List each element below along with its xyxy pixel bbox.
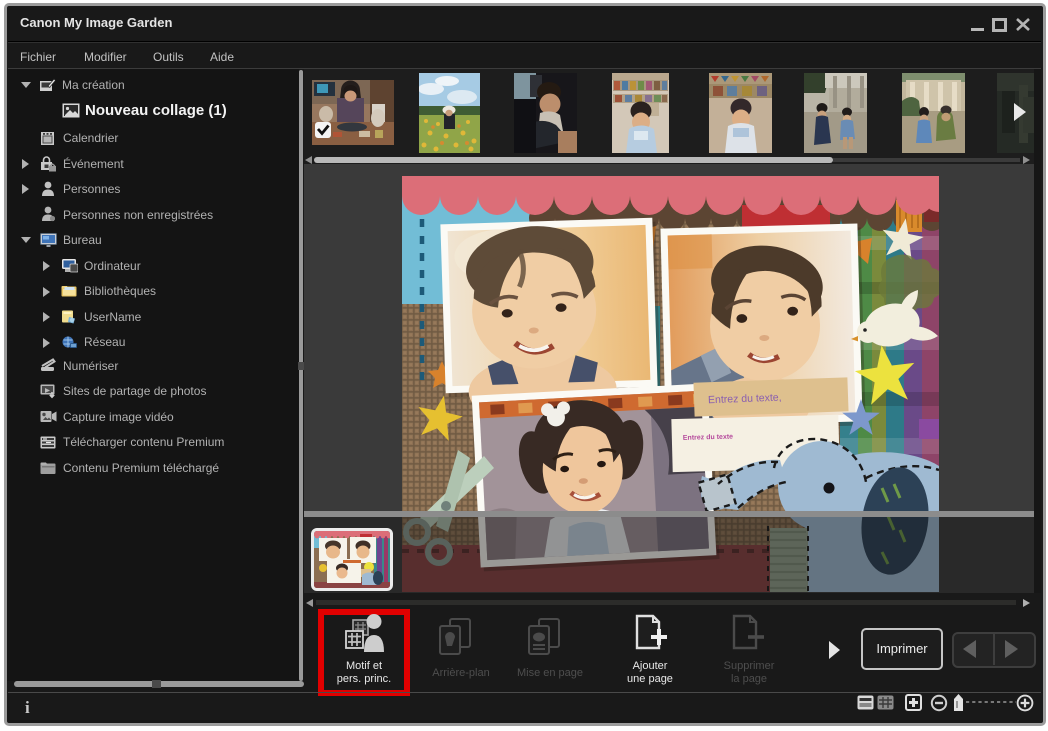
svg-text:Entrez du texte,: Entrez du texte, xyxy=(708,392,782,407)
svg-text:Entrez du texte: Entrez du texte xyxy=(683,434,733,442)
